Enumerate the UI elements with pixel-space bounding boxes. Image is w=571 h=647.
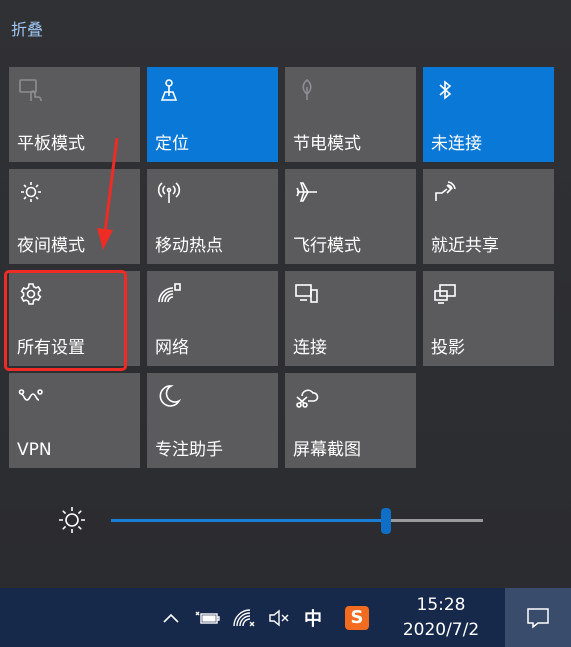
tile-label: 定位: [155, 134, 189, 154]
focus-assist-icon: [159, 385, 182, 407]
tile-label: VPN: [17, 440, 52, 460]
screen-snip-icon: [296, 389, 319, 408]
clock-date: 2020/7/2: [402, 620, 480, 640]
location-icon: [160, 79, 178, 101]
tile-label: 网络: [155, 338, 189, 358]
sogou-glyph: S: [345, 605, 369, 630]
tile-project[interactable]: 投影: [423, 271, 554, 366]
tile-label: 专注助手: [155, 440, 223, 460]
mobile-hotspot-icon: [157, 182, 181, 203]
highlight-box-annotation: [4, 270, 127, 371]
tablet-mode-icon: [19, 79, 42, 101]
wifi-icon[interactable]: [230, 588, 258, 647]
collapse-link[interactable]: 折叠: [11, 16, 43, 40]
tile-night-light[interactable]: 夜间模式: [9, 169, 140, 264]
tile-label: 飞行模式: [293, 236, 361, 256]
tile-location[interactable]: 定位: [147, 67, 278, 162]
vpn-icon: [18, 389, 43, 401]
tile-label: 投影: [431, 338, 465, 358]
night-light-icon: [21, 182, 41, 202]
tile-mobile-hotspot[interactable]: 移动热点: [147, 169, 278, 264]
tile-vpn[interactable]: VPN: [9, 373, 140, 468]
tile-screen-snip[interactable]: 屏幕截图: [285, 373, 416, 468]
network-icon: [158, 283, 181, 303]
tile-tablet-mode[interactable]: 平板模式: [9, 67, 140, 162]
tile-label: 移动热点: [155, 236, 223, 256]
brightness-slider[interactable]: [111, 508, 483, 534]
tile-nearby-share[interactable]: 就近共享: [423, 169, 554, 264]
tile-label: 未连接: [431, 134, 482, 154]
battery-saver-icon: [302, 78, 312, 100]
slider-fill: [111, 519, 387, 522]
project-icon: [434, 284, 456, 304]
action-center-panel: 折叠 平板模式 定位 节电模式 未连接 夜间模式 移动热点 飞行模式 就近共享 …: [0, 0, 571, 588]
tile-label: 节电模式: [293, 134, 361, 154]
clock-time: 15:28: [416, 595, 466, 615]
action-center-button[interactable]: [505, 588, 571, 647]
brightness-icon: [59, 507, 85, 533]
system-clock[interactable]: 15:28 2020/7/2: [393, 589, 489, 647]
chevron-up-icon[interactable]: [160, 588, 182, 647]
tile-airplane-mode[interactable]: 飞行模式: [285, 169, 416, 264]
airplane-icon: [296, 182, 317, 202]
sogou-input-icon[interactable]: S: [342, 588, 372, 647]
tile-label: 平板模式: [17, 134, 85, 154]
bluetooth-icon: [439, 80, 452, 100]
power-battery-icon[interactable]: [194, 588, 222, 647]
tile-label: 屏幕截图: [293, 440, 361, 460]
nearby-share-icon: [435, 181, 456, 201]
tile-battery-saver[interactable]: 节电模式: [285, 67, 416, 162]
tile-label: 夜间模式: [17, 236, 85, 256]
volume-muted-icon[interactable]: [265, 588, 293, 647]
slider-thumb[interactable]: [381, 508, 392, 534]
action-center-icon: [527, 607, 549, 629]
tile-network[interactable]: 网络: [147, 271, 278, 366]
ime-indicator[interactable]: 中: [300, 588, 326, 647]
tile-focus-assist[interactable]: 专注助手: [147, 373, 278, 468]
tile-connect[interactable]: 连接: [285, 271, 416, 366]
connect-icon: [295, 284, 318, 303]
tile-bluetooth[interactable]: 未连接: [423, 67, 554, 162]
tile-label: 连接: [293, 338, 327, 358]
tile-label: 就近共享: [431, 236, 499, 256]
